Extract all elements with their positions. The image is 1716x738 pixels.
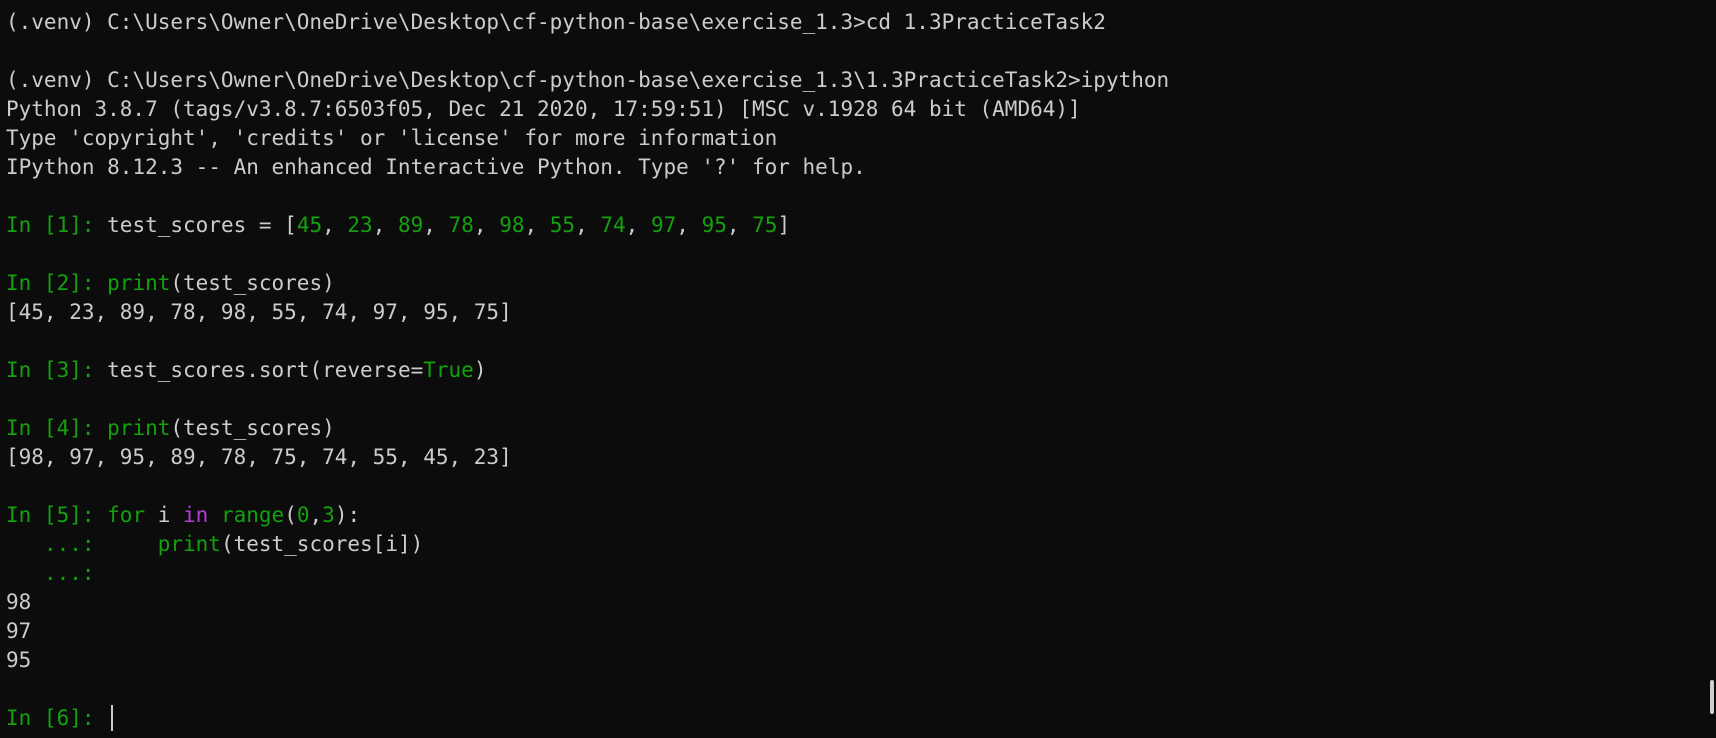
terminal-text: 23 [347, 213, 373, 237]
terminal-line: 97 [6, 617, 1696, 646]
terminal-text: 95 [6, 648, 32, 672]
ipython-prompt: In [3]: [6, 358, 108, 382]
terminal-text: (test_scores) [170, 416, 335, 440]
terminal-text: Python 3.8.7 (tags/v3.8.7:6503f05, Dec 2… [6, 97, 1081, 121]
terminal-text: 95 [701, 213, 727, 237]
terminal-text: 45 [296, 213, 323, 237]
ipython-prompt: ...: [6, 532, 108, 556]
terminal-text: , [575, 213, 601, 237]
scrollbar-thumb[interactable] [1710, 680, 1714, 714]
terminal-output[interactable]: (.venv) C:\Users\Owner\OneDrive\Desktop\… [6, 8, 1696, 733]
terminal-text: IPython 8.12.3 -- An enhanced Interactiv… [6, 155, 866, 179]
terminal-text: True [423, 358, 474, 382]
terminal-text: 78 [448, 213, 474, 237]
terminal-text: 75 [752, 213, 778, 237]
terminal-text: (.venv) C:\Users\Owner\OneDrive\Desktop\… [6, 10, 1106, 34]
terminal-line: Python 3.8.7 (tags/v3.8.7:6503f05, Dec 2… [6, 95, 1696, 124]
terminal-line: In [4]: print(test_scores) [6, 414, 1696, 443]
terminal-text: 98 [6, 590, 32, 614]
ipython-prompt: ...: [6, 561, 108, 585]
terminal-line: IPython 8.12.3 -- An enhanced Interactiv… [6, 153, 1696, 182]
terminal-text: 55 [549, 213, 576, 237]
terminal-line: In [1]: test_scores = [45, 23, 89, 78, 9… [6, 211, 1696, 240]
terminal-line: Type 'copyright', 'credits' or 'license'… [6, 124, 1696, 153]
terminal-text: print [107, 416, 171, 440]
terminal-text: ) [473, 358, 487, 382]
terminal-text: test_scores.sort(reverse= [107, 358, 424, 382]
terminal-line: In [3]: test_scores.sort(reverse=True) [6, 356, 1696, 385]
terminal-line: 98 [6, 588, 1696, 617]
terminal-text: (test_scores[i]) [220, 532, 424, 556]
terminal-text: 97 [650, 213, 677, 237]
terminal-text: ): [334, 503, 361, 527]
terminal-text: , [309, 503, 323, 527]
text-cursor [111, 705, 114, 731]
terminal-text: test_scores = [ [107, 213, 297, 237]
ipython-prompt: In [2]: [6, 271, 108, 295]
terminal-text: [98, 97, 95, 89, 78, 75, 74, 55, 45, 23] [6, 445, 512, 469]
terminal-text: 3 [322, 503, 335, 527]
terminal-text: (test_scores) [170, 271, 335, 295]
terminal-line: (.venv) C:\Users\Owner\OneDrive\Desktop\… [6, 8, 1696, 37]
terminal-text: , [473, 213, 500, 237]
terminal-text: 97 [6, 619, 32, 643]
terminal-line: ...: print(test_scores[i]) [6, 530, 1696, 559]
terminal-line: (.venv) C:\Users\Owner\OneDrive\Desktop\… [6, 66, 1696, 95]
terminal-text: , [372, 213, 398, 237]
ipython-prompt: In [5]: [6, 503, 108, 527]
terminal-text: for [107, 503, 146, 527]
terminal-window[interactable]: (.venv) C:\Users\Owner\OneDrive\Desktop\… [0, 0, 1716, 738]
terminal-text: ] [777, 213, 791, 237]
terminal-text: 98 [499, 213, 525, 237]
terminal-text: , [676, 213, 702, 237]
terminal-line: In [5]: for i in range(0,3): [6, 501, 1696, 530]
terminal-text: print [157, 532, 221, 556]
terminal-line: In [2]: print(test_scores) [6, 269, 1696, 298]
ipython-prompt: In [4]: [6, 416, 108, 440]
terminal-text: , [322, 213, 348, 237]
ipython-prompt: In [1]: [6, 213, 108, 237]
terminal-line: 95 [6, 646, 1696, 675]
ipython-prompt: In [6]: [6, 706, 108, 730]
terminal-text: in [183, 503, 209, 527]
terminal-text: , [625, 213, 651, 237]
terminal-text: 74 [600, 213, 626, 237]
terminal-line: In [6]: [6, 704, 1696, 733]
terminal-text: 89 [398, 213, 424, 237]
terminal-text: 0 [296, 503, 310, 527]
terminal-text: range [220, 503, 285, 527]
terminal-text: , [524, 213, 550, 237]
terminal-text: , [423, 213, 449, 237]
terminal-text: (.venv) C:\Users\Owner\OneDrive\Desktop\… [6, 68, 1170, 92]
terminal-line: ...: [6, 559, 1696, 588]
terminal-text: Type 'copyright', 'credits' or 'license'… [6, 126, 778, 150]
terminal-text: , [726, 213, 753, 237]
terminal-text: i [145, 503, 184, 527]
terminal-text: [45, 23, 89, 78, 98, 55, 74, 97, 95, 75] [6, 300, 512, 324]
terminal-text: ( [284, 503, 297, 527]
terminal-text: print [107, 271, 171, 295]
terminal-line: [98, 97, 95, 89, 78, 75, 74, 55, 45, 23] [6, 443, 1696, 472]
terminal-line: [45, 23, 89, 78, 98, 55, 74, 97, 95, 75] [6, 298, 1696, 327]
